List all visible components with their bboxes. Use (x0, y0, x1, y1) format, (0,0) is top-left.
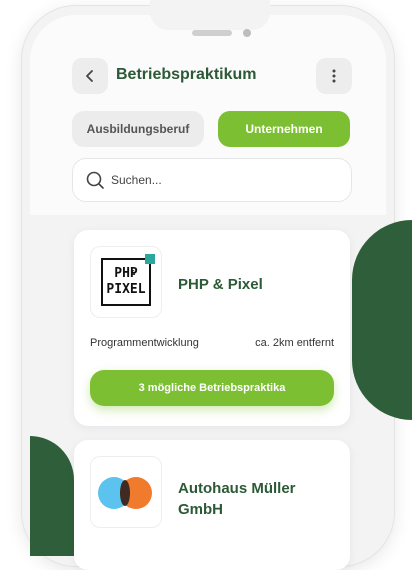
php-pixel-logo: PHP & PIXEL (101, 254, 155, 306)
phone-notch (150, 0, 270, 30)
company-card[interactable]: PHP & PIXEL PHP & Pixel Programmentwickl… (74, 230, 350, 426)
company-card[interactable]: Autohaus Müller GmbH (74, 440, 350, 570)
company-logo (90, 456, 162, 528)
logo-text-ampersand: & (131, 269, 136, 277)
chevron-left-icon (86, 70, 93, 82)
internships-button[interactable]: 3 mögliche Betriebspraktika (90, 370, 334, 406)
back-button[interactable] (72, 58, 108, 94)
tab-unternehmen[interactable]: Unternehmen (218, 111, 350, 147)
decorative-blob-right (352, 220, 412, 420)
venn-logo-icon (98, 477, 154, 509)
search-icon (86, 171, 104, 189)
search-placeholder: Suchen... (111, 173, 162, 187)
more-vertical-icon (332, 69, 336, 83)
search-input[interactable]: Suchen... (72, 158, 352, 202)
more-options-button[interactable] (316, 58, 352, 94)
camera-dot (243, 29, 251, 37)
company-distance: ca. 2km entfernt (255, 337, 334, 349)
logo-text-line-2: PIXEL (106, 282, 146, 297)
company-name: PHP & Pixel (178, 276, 263, 293)
logo-accent-square (145, 254, 155, 264)
page-title: Betriebspraktikum (116, 66, 257, 83)
speaker-grill (192, 30, 232, 36)
tab-ausbildungsberuf[interactable]: Ausbildungsberuf (72, 111, 204, 147)
company-name: Autohaus Müller GmbH (178, 480, 296, 518)
company-logo: PHP & PIXEL (90, 246, 162, 318)
company-category: Programmentwicklung (90, 337, 199, 349)
